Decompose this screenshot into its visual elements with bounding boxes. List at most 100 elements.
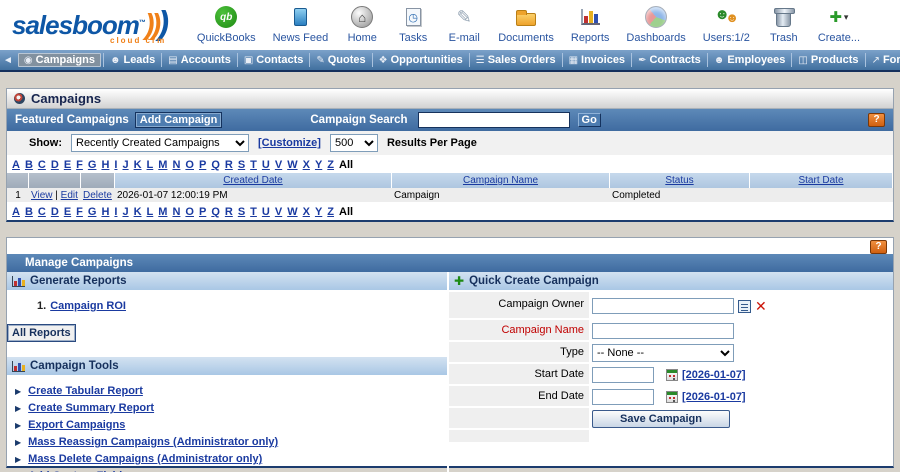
- alpha-link-e[interactable]: E: [64, 159, 71, 171]
- alpha-link-g[interactable]: G: [88, 206, 97, 218]
- alpha-link-e[interactable]: E: [64, 206, 71, 218]
- alpha-link-q[interactable]: Q: [211, 159, 220, 171]
- alpha-link-i[interactable]: I: [114, 206, 117, 218]
- tab-forecasts[interactable]: ↗ Forecasts: [865, 53, 900, 67]
- alpha-link-r[interactable]: R: [225, 159, 233, 171]
- tool-link[interactable]: Create Summary Report: [28, 402, 154, 414]
- per-page-select[interactable]: 500: [330, 134, 378, 152]
- alpha-link-k[interactable]: K: [134, 159, 142, 171]
- campaign-owner-input[interactable]: [592, 298, 734, 314]
- alpha-link-q[interactable]: Q: [211, 206, 220, 218]
- alpha-link-z[interactable]: Z: [327, 206, 334, 218]
- toolbar-news-feed[interactable]: News Feed: [273, 4, 329, 44]
- column-sort-link[interactable]: Start Date: [798, 175, 843, 186]
- tool-link[interactable]: Mass Delete Campaigns (Administrator onl…: [28, 453, 262, 465]
- tab-products[interactable]: ◫ Products: [791, 53, 864, 67]
- report-link[interactable]: Campaign ROI: [50, 300, 126, 312]
- toolbar-tasks[interactable]: Tasks: [396, 4, 430, 44]
- alpha-link-g[interactable]: G: [88, 159, 97, 171]
- help-button[interactable]: ?: [868, 113, 885, 127]
- alpha-link-w[interactable]: W: [287, 159, 297, 171]
- alpha-link-j[interactable]: J: [122, 206, 128, 218]
- alpha-link-o[interactable]: O: [185, 159, 194, 171]
- column-sort-link[interactable]: Campaign Name: [463, 175, 538, 186]
- alpha-link-h[interactable]: H: [101, 206, 109, 218]
- alpha-link-all[interactable]: All: [339, 206, 353, 218]
- tab-invoices[interactable]: ▦ Invoices: [562, 53, 631, 67]
- alpha-link-c[interactable]: C: [38, 206, 46, 218]
- alpha-link-v[interactable]: V: [275, 159, 282, 171]
- alpha-link-l[interactable]: L: [147, 159, 154, 171]
- alpha-link-x[interactable]: X: [303, 159, 310, 171]
- alpha-link-y[interactable]: Y: [315, 206, 322, 218]
- toolbar-e-mail[interactable]: E-mail: [447, 4, 481, 44]
- alpha-link-a[interactable]: A: [12, 206, 20, 218]
- alpha-link-c[interactable]: C: [38, 159, 46, 171]
- clear-owner-icon[interactable]: ✕: [755, 300, 767, 312]
- alpha-link-r[interactable]: R: [225, 206, 233, 218]
- all-reports-button[interactable]: All Reports: [7, 324, 76, 342]
- end-date-today-link[interactable]: [2026-01-07]: [682, 391, 746, 403]
- calendar-icon[interactable]: [666, 391, 678, 403]
- alpha-link-o[interactable]: O: [185, 206, 194, 218]
- save-campaign-button[interactable]: Save Campaign: [592, 410, 730, 428]
- alpha-link-all[interactable]: All: [339, 159, 353, 171]
- tab-accounts[interactable]: ▤ Accounts: [161, 53, 237, 67]
- tab-employees[interactable]: ☻ Employees: [707, 53, 792, 67]
- alpha-link-z[interactable]: Z: [327, 159, 334, 171]
- help-button[interactable]: ?: [870, 240, 887, 254]
- alpha-link-w[interactable]: W: [287, 206, 297, 218]
- alpha-link-b[interactable]: B: [25, 159, 33, 171]
- alpha-link-s[interactable]: S: [238, 206, 245, 218]
- tool-link[interactable]: Export Campaigns: [28, 419, 125, 431]
- tabs-scroll-left-icon[interactable]: ◄: [3, 55, 13, 66]
- alpha-link-p[interactable]: P: [199, 206, 206, 218]
- view-link[interactable]: View: [31, 190, 53, 201]
- toolbar-quickbooks[interactable]: QuickBooks: [197, 4, 256, 44]
- tab-leads[interactable]: ☻ Leads: [103, 53, 161, 67]
- end-date-input[interactable]: [592, 389, 654, 405]
- view-select[interactable]: Recently Created Campaigns: [71, 134, 249, 152]
- alpha-link-n[interactable]: N: [172, 159, 180, 171]
- alpha-link-k[interactable]: K: [134, 206, 142, 218]
- toolbar-create[interactable]: Create...: [818, 4, 860, 44]
- alpha-link-d[interactable]: D: [51, 206, 59, 218]
- alpha-link-a[interactable]: A: [12, 159, 20, 171]
- owner-lookup-icon[interactable]: [738, 300, 751, 313]
- alpha-link-f[interactable]: F: [76, 206, 83, 218]
- tab-contacts[interactable]: ▣ Contacts: [237, 53, 310, 67]
- calendar-icon[interactable]: [666, 369, 678, 381]
- toolbar-home[interactable]: Home: [345, 4, 379, 44]
- tool-link[interactable]: Mass Reassign Campaigns (Administrator o…: [28, 436, 278, 448]
- alpha-link-i[interactable]: I: [114, 159, 117, 171]
- toolbar-reports[interactable]: Reports: [571, 4, 610, 44]
- alpha-link-f[interactable]: F: [76, 159, 83, 171]
- alpha-link-t[interactable]: T: [250, 206, 257, 218]
- alpha-link-d[interactable]: D: [51, 159, 59, 171]
- alpha-link-m[interactable]: M: [158, 206, 167, 218]
- toolbar-documents[interactable]: Documents: [498, 4, 554, 44]
- alpha-link-x[interactable]: X: [303, 206, 310, 218]
- toolbar-users-1-2[interactable]: Users:1/2: [703, 4, 750, 44]
- tab-opportunities[interactable]: ❖ Opportunities: [372, 53, 469, 67]
- alpha-link-n[interactable]: N: [172, 206, 180, 218]
- toolbar-dashboards[interactable]: Dashboards: [626, 4, 685, 44]
- alpha-link-y[interactable]: Y: [315, 159, 322, 171]
- tab-contracts[interactable]: ✒ Contracts: [631, 53, 707, 67]
- type-select[interactable]: -- None --: [592, 344, 734, 362]
- alpha-link-b[interactable]: B: [25, 206, 33, 218]
- alpha-link-p[interactable]: P: [199, 159, 206, 171]
- tab-quotes[interactable]: ✎ Quotes: [309, 53, 371, 67]
- column-sort-link[interactable]: Status: [665, 175, 693, 186]
- alpha-link-h[interactable]: H: [101, 159, 109, 171]
- alpha-link-m[interactable]: M: [158, 159, 167, 171]
- alpha-link-v[interactable]: V: [275, 206, 282, 218]
- add-campaign-button[interactable]: Add Campaign: [135, 112, 223, 128]
- alpha-link-u[interactable]: U: [262, 159, 270, 171]
- alpha-link-t[interactable]: T: [250, 159, 257, 171]
- campaign-search-input[interactable]: [418, 112, 570, 128]
- tab-campaigns[interactable]: ◉ Campaigns: [18, 53, 101, 67]
- start-date-today-link[interactable]: [2026-01-07]: [682, 369, 746, 381]
- alpha-link-s[interactable]: S: [238, 159, 245, 171]
- tool-link[interactable]: Create Tabular Report: [28, 385, 143, 397]
